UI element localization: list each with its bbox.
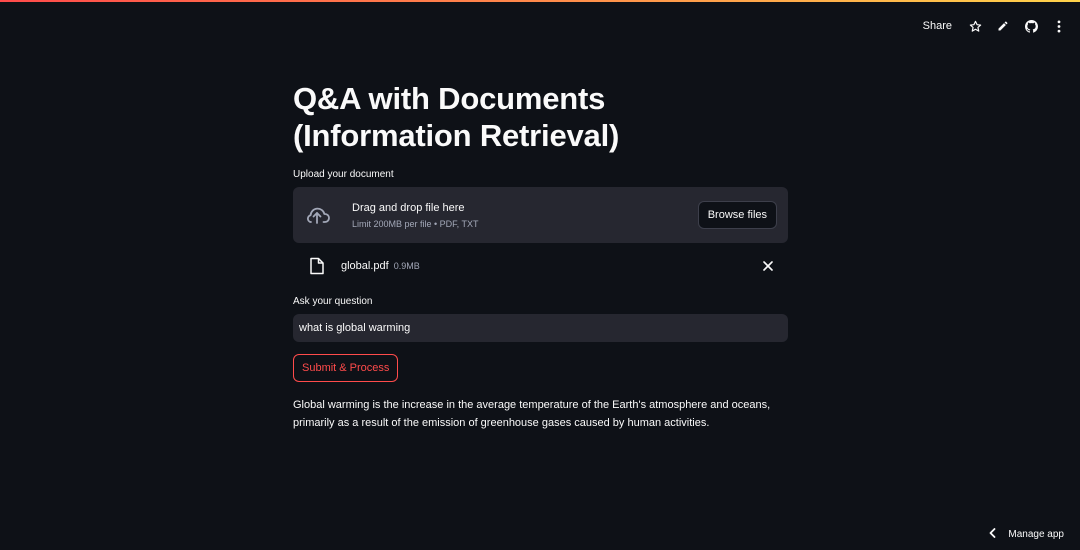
github-icon[interactable] — [1024, 19, 1038, 33]
chevron-left-icon — [989, 528, 996, 541]
manage-app-label: Manage app — [1008, 529, 1064, 540]
file-icon — [309, 257, 325, 275]
submit-process-button[interactable]: Submit & Process — [293, 354, 399, 382]
question-input[interactable]: what is global warming — [293, 314, 788, 342]
question-label: Ask your question — [293, 296, 373, 307]
uploaded-file-row: global.pdf 0.9MB — [293, 252, 788, 279]
top-decoration-bar — [0, 0, 1080, 2]
app-toolbar: Share — [921, 14, 1066, 38]
more-vertical-icon[interactable] — [1052, 19, 1066, 33]
remove-file-icon[interactable] — [760, 258, 776, 274]
main-content: Q&A with Documents (Information Retrieva… — [293, 80, 788, 432]
dropzone-text: Drag and drop file here Limit 200MB per … — [352, 201, 698, 230]
dropzone-limit: Limit 200MB per file • PDF, TXT — [352, 218, 479, 229]
dropzone-instruction: Drag and drop file here — [352, 201, 465, 214]
share-button[interactable]: Share — [921, 20, 954, 32]
cloud-upload-icon — [304, 205, 330, 225]
file-name: global.pdf — [341, 259, 389, 272]
answer-text: Global warming is the increase in the av… — [293, 399, 771, 429]
file-dropzone[interactable]: Drag and drop file here Limit 200MB per … — [293, 187, 788, 243]
file-size: 0.9MB — [393, 260, 420, 271]
manage-app-button[interactable]: Manage app — [989, 528, 1064, 541]
page-title: Q&A with Documents (Information Retrieva… — [293, 81, 620, 153]
star-icon[interactable] — [968, 19, 982, 33]
browse-files-button[interactable]: Browse files — [697, 201, 777, 229]
pencil-icon[interactable] — [996, 19, 1010, 33]
upload-label: Upload your document — [293, 169, 394, 180]
